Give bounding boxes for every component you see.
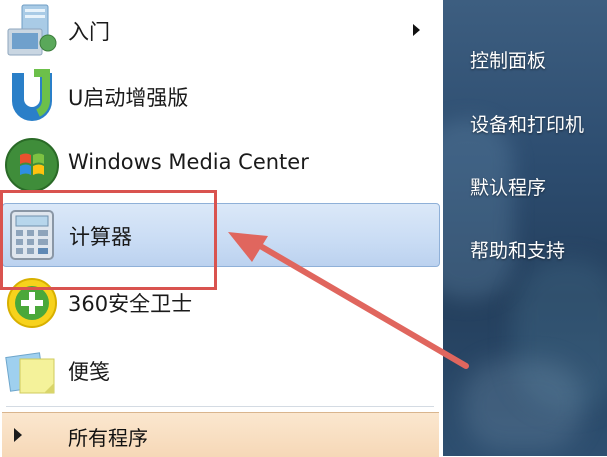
menu-separator <box>6 406 434 407</box>
program-getting-started[interactable]: 入门 <box>2 0 438 62</box>
program-label: 入门 <box>68 20 110 44</box>
program-label: U启动增强版 <box>68 86 189 110</box>
background-blur <box>443 120 513 300</box>
right-item-default-programs[interactable]: 默认程序 <box>470 173 546 200</box>
program-u-startup[interactable]: U启动增强版 <box>2 66 438 128</box>
right-item-help-support[interactable]: 帮助和支持 <box>470 236 565 263</box>
background-blur <box>463 360 583 450</box>
annotation-highlight-box <box>0 190 217 290</box>
all-programs-label: 所有程序 <box>68 426 148 450</box>
program-label: 360安全卫士 <box>68 292 193 316</box>
submenu-arrow-icon <box>413 24 420 36</box>
program-label: 便笺 <box>68 360 110 384</box>
media-center-icon <box>4 137 60 193</box>
getting-started-icon <box>4 3 60 59</box>
all-programs-button[interactable]: 所有程序 <box>2 412 439 457</box>
u-startup-icon <box>4 69 60 125</box>
program-media-center[interactable]: Windows Media Center <box>2 134 438 196</box>
right-item-control-panel[interactable]: 控制面板 <box>470 46 546 73</box>
program-sticky-notes[interactable]: 便笺 <box>2 340 438 402</box>
sticky-notes-icon <box>4 343 60 399</box>
expand-arrow-icon <box>14 428 22 442</box>
right-item-devices-printers[interactable]: 设备和打印机 <box>470 110 584 137</box>
program-label: Windows Media Center <box>68 150 309 174</box>
